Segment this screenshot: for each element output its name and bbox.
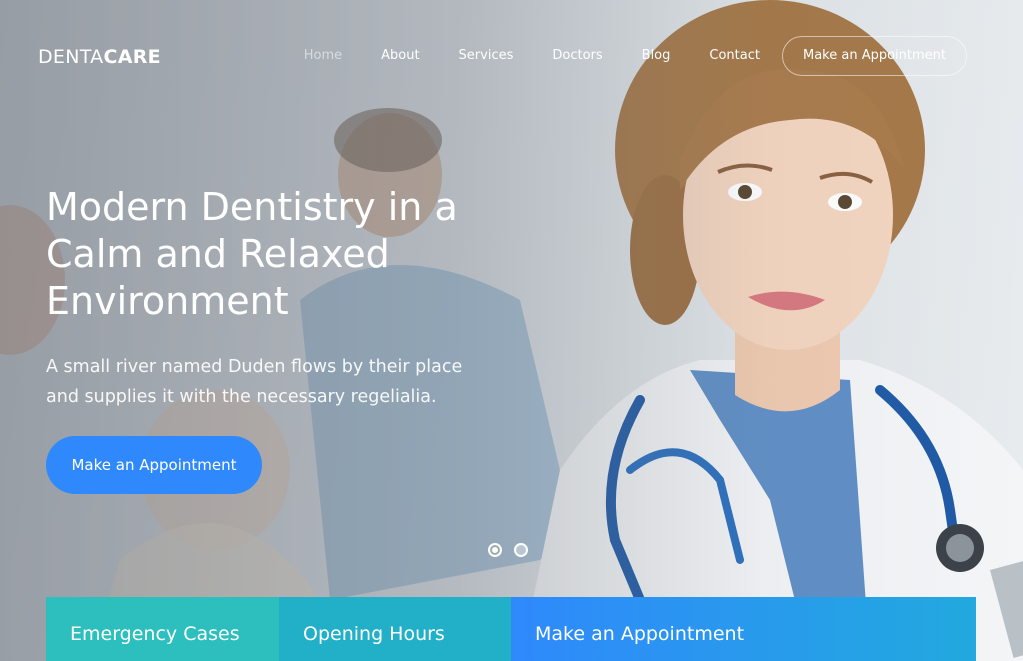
- emergency-cases-title: Emergency Cases: [70, 623, 240, 645]
- logo-text-bold: CARE: [103, 46, 161, 68]
- nav-contact[interactable]: Contact: [709, 36, 760, 76]
- make-appointment-title: Make an Appointment: [535, 623, 745, 645]
- carousel-dot-2[interactable]: [514, 543, 528, 557]
- logo-text-light: DENTA: [38, 46, 104, 68]
- hero-subtext: A small river named Duden flows by their…: [46, 357, 463, 407]
- nav-doctors[interactable]: Doctors: [552, 36, 602, 76]
- nav-home[interactable]: Home: [304, 36, 342, 76]
- opening-hours-card[interactable]: Opening Hours: [279, 597, 511, 661]
- hero-overlay: [0, 0, 1023, 661]
- make-appointment-card[interactable]: Make an Appointment: [511, 597, 976, 661]
- carousel-dot-1[interactable]: [488, 543, 502, 557]
- nav-services[interactable]: Services: [459, 36, 514, 76]
- brand-logo[interactable]: DENTACARE: [38, 46, 161, 68]
- main-navigation: Home About Services Doctors Blog Contact…: [265, 36, 967, 76]
- carousel-dots: [488, 543, 540, 557]
- opening-hours-title: Opening Hours: [303, 623, 445, 645]
- hero-headline: Modern Dentistry in a Calm and Relaxed E…: [46, 185, 458, 323]
- nav-blog[interactable]: Blog: [642, 36, 671, 76]
- emergency-cases-card[interactable]: Emergency Cases: [46, 597, 279, 661]
- hero-background-image: [0, 0, 1023, 661]
- hero-appointment-button[interactable]: Make an Appointment: [46, 436, 262, 494]
- nav-appointment-button[interactable]: Make an Appointment: [781, 36, 967, 76]
- nav-about[interactable]: About: [381, 36, 419, 76]
